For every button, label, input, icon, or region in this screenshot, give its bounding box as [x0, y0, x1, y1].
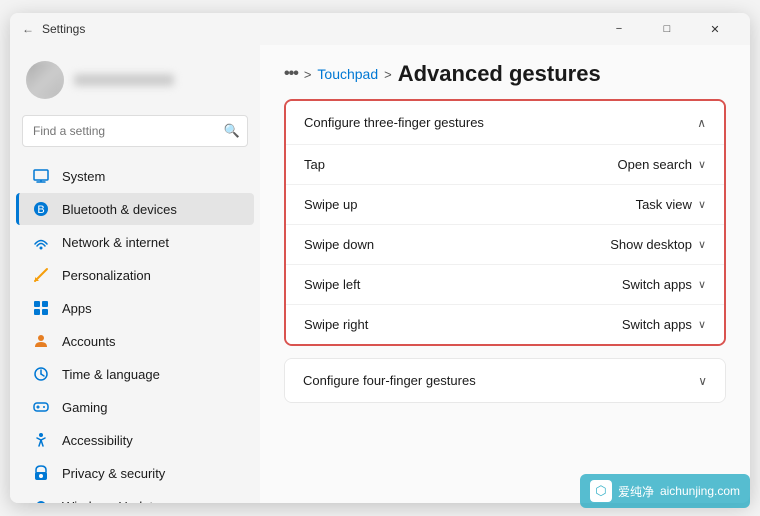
minimize-button[interactable]: −	[596, 13, 642, 45]
sidebar-label-gaming: Gaming	[62, 400, 108, 415]
close-button[interactable]: ✕	[692, 13, 738, 45]
sidebar-label-system: System	[62, 169, 105, 184]
gesture-value-4[interactable]: Switch apps ∨	[622, 317, 706, 332]
watermark-site: aichunjing.com	[660, 484, 740, 498]
sidebar-label-update: Windows Update	[62, 499, 160, 504]
page-title: Advanced gestures	[398, 61, 601, 87]
gesture-row-4: Swipe right Switch apps ∨	[286, 305, 724, 344]
update-icon	[32, 497, 50, 503]
breadcrumb-link-touchpad[interactable]: Touchpad	[317, 66, 378, 82]
sidebar-label-accessibility: Accessibility	[62, 433, 133, 448]
gesture-label-0: Tap	[304, 157, 325, 172]
sidebar-item-accounts[interactable]: Accounts	[16, 325, 254, 357]
gesture-value-text-0: Open search	[618, 157, 692, 172]
sidebar-item-update[interactable]: Windows Update	[16, 490, 254, 503]
breadcrumb-sep2: >	[384, 67, 392, 82]
sidebar-item-accessibility[interactable]: Accessibility	[16, 424, 254, 456]
profile-name	[74, 74, 174, 86]
gesture-value-1[interactable]: Task view ∨	[636, 197, 706, 212]
accessibility-icon	[32, 431, 50, 449]
watermark: ⬡ 爱纯净 aichunjing.com	[580, 474, 750, 508]
dropdown-chevron-1: ∨	[698, 198, 706, 211]
window-controls: − □ ✕	[596, 13, 738, 45]
gesture-value-2[interactable]: Show desktop ∨	[610, 237, 706, 252]
sidebar-label-network: Network & internet	[62, 235, 169, 250]
gaming-icon	[32, 398, 50, 416]
sidebar-item-gaming[interactable]: Gaming	[16, 391, 254, 423]
titlebar: ← Settings − □ ✕	[10, 13, 750, 45]
dropdown-chevron-0: ∨	[698, 158, 706, 171]
sidebar-label-privacy: Privacy & security	[62, 466, 165, 481]
section-chevron-three-finger: ∧	[697, 116, 706, 130]
gesture-row-1: Swipe up Task view ∨	[286, 185, 724, 225]
gesture-value-text-4: Switch apps	[622, 317, 692, 332]
breadcrumb-sep1: >	[304, 67, 312, 82]
system-icon	[32, 167, 50, 185]
gesture-label-3: Swipe left	[304, 277, 360, 292]
search-input[interactable]	[22, 115, 248, 147]
section-title-three-finger: Configure three-finger gestures	[304, 115, 484, 130]
sidebar-item-system[interactable]: System	[16, 160, 254, 192]
maximize-button[interactable]: □	[644, 13, 690, 45]
sidebar-item-personalization[interactable]: Personalization	[16, 259, 254, 291]
sidebar-label-time: Time & language	[62, 367, 160, 382]
bluetooth-icon: B	[32, 200, 50, 218]
watermark-icon: ⬡	[590, 480, 612, 502]
gesture-label-4: Swipe right	[304, 317, 368, 332]
content-body: Configure three-finger gestures ∧ Tap Op…	[260, 99, 750, 435]
watermark-text: 爱纯净	[618, 483, 654, 500]
dropdown-chevron-4: ∨	[698, 318, 706, 331]
gesture-label-2: Swipe down	[304, 237, 374, 252]
svg-text:B: B	[37, 204, 44, 216]
main-layout: 🔍 System B Bluetooth & devices Network &…	[10, 45, 750, 503]
gesture-value-text-3: Switch apps	[622, 277, 692, 292]
profile-section	[10, 53, 260, 111]
sidebar-item-network[interactable]: Network & internet	[16, 226, 254, 258]
section-four-finger: Configure four-finger gestures ∨	[284, 358, 726, 403]
dropdown-chevron-2: ∨	[698, 238, 706, 251]
section-header-four-finger[interactable]: Configure four-finger gestures ∨	[285, 359, 725, 402]
gesture-row-3: Swipe left Switch apps ∨	[286, 265, 724, 305]
gesture-label-1: Swipe up	[304, 197, 357, 212]
sidebar-item-bluetooth[interactable]: B Bluetooth & devices	[16, 193, 254, 225]
sections-container: Configure three-finger gestures ∧ Tap Op…	[284, 99, 726, 403]
back-button[interactable]: ←	[22, 22, 34, 36]
gesture-row-2: Swipe down Show desktop ∨	[286, 225, 724, 265]
sidebar-label-personalization: Personalization	[62, 268, 151, 283]
content-area: ••• > Touchpad > Advanced gestures Confi…	[260, 45, 750, 503]
settings-window: ← Settings − □ ✕ 🔍 System	[10, 13, 750, 503]
sidebar-item-time[interactable]: Time & language	[16, 358, 254, 390]
sidebar-item-privacy[interactable]: Privacy & security	[16, 457, 254, 489]
sidebar: 🔍 System B Bluetooth & devices Network &…	[10, 45, 260, 503]
breadcrumb-dots: •••	[284, 65, 298, 83]
apps-icon	[32, 299, 50, 317]
privacy-icon	[32, 464, 50, 482]
section-title-four-finger: Configure four-finger gestures	[303, 373, 476, 388]
personalization-icon	[32, 266, 50, 284]
search-box[interactable]: 🔍	[22, 115, 248, 147]
avatar	[26, 61, 64, 99]
gesture-value-text-2: Show desktop	[610, 237, 692, 252]
window-title: Settings	[42, 22, 596, 36]
sidebar-nav: System B Bluetooth & devices Network & i…	[10, 159, 260, 503]
section-content-three-finger: Tap Open search ∨ Swipe up Task view ∨ S…	[286, 144, 724, 344]
sidebar-label-apps: Apps	[62, 301, 92, 316]
dropdown-chevron-3: ∨	[698, 278, 706, 291]
gesture-value-0[interactable]: Open search ∨	[618, 157, 707, 172]
section-chevron-four-finger: ∨	[698, 374, 707, 388]
gesture-value-text-1: Task view	[636, 197, 692, 212]
sidebar-label-bluetooth: Bluetooth & devices	[62, 202, 177, 217]
sidebar-item-apps[interactable]: Apps	[16, 292, 254, 324]
time-icon	[32, 365, 50, 383]
section-header-three-finger[interactable]: Configure three-finger gestures ∧	[286, 101, 724, 144]
section-three-finger: Configure three-finger gestures ∧ Tap Op…	[284, 99, 726, 346]
gesture-row-0: Tap Open search ∨	[286, 145, 724, 185]
accounts-icon	[32, 332, 50, 350]
gesture-value-3[interactable]: Switch apps ∨	[622, 277, 706, 292]
search-icon: 🔍	[224, 123, 240, 139]
sidebar-label-accounts: Accounts	[62, 334, 115, 349]
network-icon	[32, 233, 50, 251]
breadcrumb: ••• > Touchpad > Advanced gestures	[260, 45, 750, 99]
